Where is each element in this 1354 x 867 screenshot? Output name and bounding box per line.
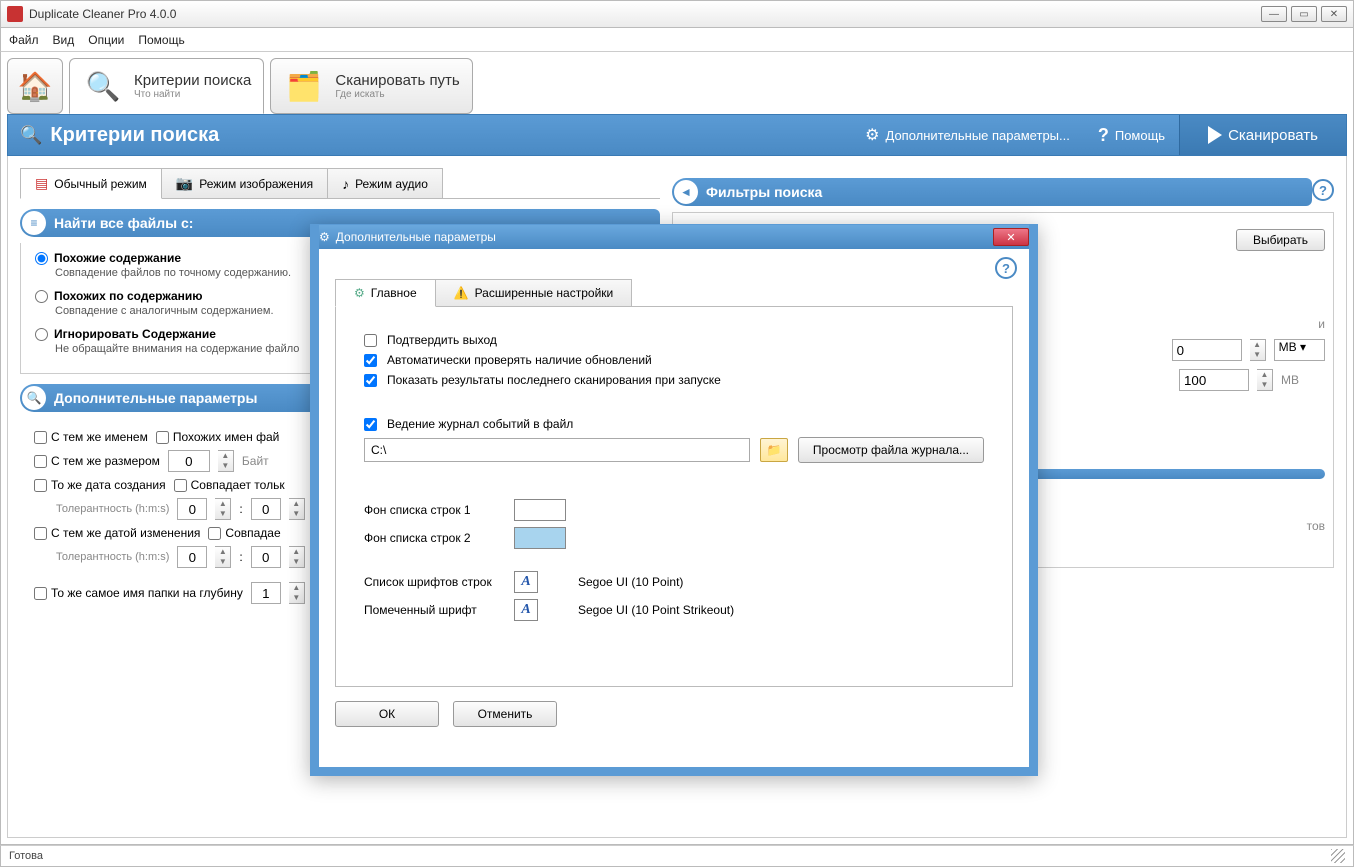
size-max-input[interactable] [1179,369,1249,391]
size-min-input[interactable] [1172,339,1242,361]
font-marked-button[interactable]: A [514,599,538,621]
dialog-footer: ОК Отменить [335,701,1013,727]
scan-button[interactable]: Сканировать [1179,115,1346,155]
document-icon: ▤ [35,175,48,192]
dialog-close-button[interactable]: ✕ [993,228,1029,246]
check-same-name[interactable]: С тем же именем [34,430,148,444]
close-button[interactable]: ✕ [1321,6,1347,22]
maximize-button[interactable]: ▭ [1291,6,1317,22]
tol-m-input[interactable] [251,498,281,520]
check-log-events[interactable] [364,418,377,431]
size-input[interactable] [168,450,210,472]
menu-view[interactable]: Вид [53,33,75,47]
status-bar: Готова [0,845,1354,867]
magnifier-icon [20,124,42,147]
folder-depth-spinner[interactable]: ▲▼ [289,582,305,604]
tab-title: Критерии поиска [134,72,251,89]
menu-options[interactable]: Опции [88,33,124,47]
mode-tab-audio[interactable]: ♪ Режим аудио [327,168,443,198]
dialog-body: ? ⚙ Главное ⚠️ Расширенные настройки Под… [319,249,1029,767]
main-tabs: 🏠 🔍 Критерии поиска Что найти 🗂️ Сканиро… [7,58,1347,114]
tab-title: Сканировать путь [335,72,459,89]
page-title: Критерии поиска [50,124,219,147]
advanced-params-button[interactable]: Дополнительные параметры... [851,115,1084,155]
menu-bar: Файл Вид Опции Помощь [0,28,1354,52]
dialog-help-button[interactable]: ? [995,257,1017,279]
tol2-m-spinner[interactable]: ▲▼ [289,546,305,568]
menu-file[interactable]: Файл [9,33,39,47]
music-icon: ♪ [342,176,349,192]
resize-grip[interactable] [1331,849,1345,863]
bg1-color-picker[interactable] [514,499,566,521]
app-icon [7,6,23,22]
check-same-size[interactable]: С тем же размером [34,454,160,468]
toolbar: Критерии поиска Дополнительные параметры… [7,114,1347,156]
magnifier-icon: 🔍 [22,386,46,410]
ok-button[interactable]: ОК [335,701,439,727]
title-bar: Duplicate Cleaner Pro 4.0.0 — ▭ ✕ [0,0,1354,28]
play-icon [1208,126,1222,144]
check-auto-update[interactable] [364,354,377,367]
tab-subtitle: Что найти [134,89,251,100]
bg2-color-picker[interactable] [514,527,566,549]
filters-header: ◄ Фильтры поиска [672,178,1312,206]
folder-icon: 📁 [766,443,781,457]
font-list-button[interactable]: A [514,571,538,593]
check-same-modified[interactable]: С тем же датой изменения [34,526,200,540]
folder-depth-input[interactable] [251,582,281,604]
dialog-titlebar: ⚙ Дополнительные параметры ✕ [311,225,1037,249]
home-tab[interactable]: 🏠 [7,58,63,114]
check-confirm-exit[interactable] [364,334,377,347]
browse-folder-button[interactable]: 📁 [760,438,788,462]
dialog-tab-main[interactable]: ⚙ Главное [335,279,436,307]
home-icon: 🏠 [14,65,56,107]
size-max-spinner[interactable]: ▲▼ [1257,369,1273,391]
camera-icon: 📷 [176,175,193,192]
cancel-button[interactable]: Отменить [453,701,557,727]
menu-help[interactable]: Помощь [138,33,184,47]
tol-m-spinner[interactable]: ▲▼ [289,498,305,520]
scan-path-tab[interactable]: 🗂️ Сканировать путь Где искать [270,58,472,114]
status-text: Готова [9,850,43,862]
size-min-spinner[interactable]: ▲▼ [1250,339,1266,361]
size-spinner[interactable]: ▲▼ [218,450,234,472]
tol-h-input[interactable] [177,498,207,520]
dialog-tabs: ⚙ Главное ⚠️ Расширенные настройки [335,279,1013,307]
size-unit-select[interactable]: MB ▾ [1274,339,1325,361]
check-similar-name[interactable]: Похожих имен фай [156,430,279,444]
check-show-results[interactable] [364,374,377,387]
advanced-params-dialog: ⚙ Дополнительные параметры ✕ ? ⚙ Главное… [310,224,1038,776]
tab-subtitle: Где искать [335,89,459,100]
log-path-input[interactable] [364,438,750,462]
check-same-created[interactable]: То же дата создания [34,478,166,492]
search-criteria-tab[interactable]: 🔍 Критерии поиска Что найти [69,58,264,114]
check-same-folder[interactable]: То же самое имя папки на глубину [34,586,243,600]
help-icon [1098,125,1109,146]
dialog-tab-advanced[interactable]: ⚠️ Расширенные настройки [435,279,633,306]
choose-button[interactable]: Выбирать [1236,229,1325,251]
list-icon: ≡ [22,211,46,235]
gear-icon [865,125,879,145]
warning-icon: ⚠️ [454,286,469,300]
tol2-m-input[interactable] [251,546,281,568]
tol2-h-spinner[interactable]: ▲▼ [215,546,231,568]
check-match-only-created[interactable]: Совпадает тольк [174,478,285,492]
folder-search-icon: 🗂️ [283,65,325,107]
view-log-button[interactable]: Просмотр файла журнала... [798,437,984,463]
gear-icon: ⚙ [354,286,365,300]
mode-tab-image[interactable]: 📷 Режим изображения [161,168,328,198]
minimize-button[interactable]: — [1261,6,1287,22]
help-button[interactable]: Помощь [1084,115,1179,155]
mode-tabs: ▤ Обычный режим 📷 Режим изображения ♪ Ре… [20,168,660,199]
tol-h-spinner[interactable]: ▲▼ [215,498,231,520]
magnifier-icon: 🔍 [82,65,124,107]
tol2-h-input[interactable] [177,546,207,568]
dialog-content: Подтвердить выход Автоматически проверят… [335,307,1013,687]
check-match-only-modified[interactable]: Совпадае [208,526,280,540]
mode-tab-normal[interactable]: ▤ Обычный режим [20,168,162,199]
arrow-icon: ◄ [674,180,698,204]
gear-icon: ⚙ [319,230,330,244]
filters-help-button[interactable]: ? [1312,179,1334,201]
window-title: Duplicate Cleaner Pro 4.0.0 [29,7,1261,21]
